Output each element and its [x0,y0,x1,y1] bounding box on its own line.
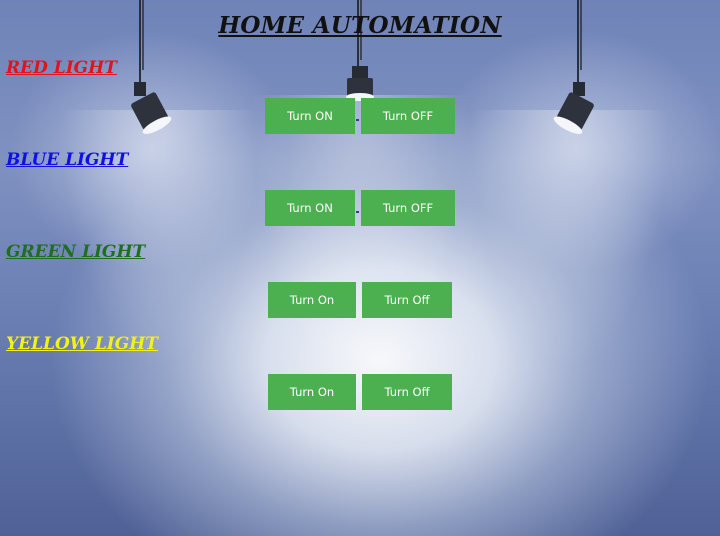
red-light-label: RED LIGHT [6,58,117,78]
red-turn-on-button[interactable]: Turn ON [265,98,355,134]
green-light-label: GREEN LIGHT [6,242,146,262]
separator-dot [356,211,359,213]
right-light-beam [470,110,670,370]
stage-background: HOME AUTOMATION RED LIGHT Turn ON Turn O… [0,0,720,536]
center-light-beam [250,95,470,395]
blue-turn-off-button[interactable]: Turn OFF [361,190,455,226]
yellow-turn-off-button[interactable]: Turn Off [362,374,452,410]
left-light-beam [60,110,260,370]
blue-turn-on-button[interactable]: Turn ON [265,190,355,226]
red-turn-off-button[interactable]: Turn OFF [361,98,455,134]
blue-light-label: BLUE LIGHT [6,150,129,170]
yellow-turn-on-button[interactable]: Turn On [268,374,356,410]
page-title: HOME AUTOMATION [218,12,502,39]
yellow-light-label: YELLOW LIGHT [6,334,158,354]
green-turn-off-button[interactable]: Turn Off [362,282,452,318]
green-turn-on-button[interactable]: Turn On [268,282,356,318]
separator-dot [356,119,359,121]
